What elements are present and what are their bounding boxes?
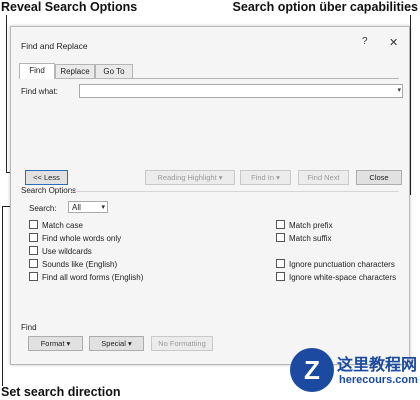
checkbox-box[interactable] bbox=[276, 233, 285, 242]
reading-highlight-button[interactable]: Reading Highlight ▾ bbox=[145, 170, 235, 185]
checkbox-label: Use wildcards bbox=[42, 247, 92, 256]
site-watermark: Z 这里教程网 herecours.com bbox=[290, 346, 418, 398]
callout-line-right-vertical bbox=[410, 15, 411, 195]
format-button[interactable]: Format ▾ bbox=[28, 336, 83, 351]
checkbox-ignore-white-space[interactable]: Ignore white-space characters bbox=[276, 272, 396, 282]
checkbox-match-case[interactable]: Match case bbox=[29, 220, 83, 230]
help-button[interactable]: ? bbox=[362, 36, 368, 47]
checkbox-box[interactable] bbox=[276, 220, 285, 229]
checkbox-label: Find whole words only bbox=[42, 234, 122, 243]
search-direction-select[interactable]: All ▾ bbox=[68, 201, 108, 213]
less-button[interactable]: << Less bbox=[25, 170, 68, 185]
checkbox-ignore-punctuation[interactable]: Ignore punctuation characters bbox=[276, 259, 395, 269]
annotation-reveal-search-options: Reveal Search Options bbox=[1, 0, 138, 14]
checkbox-box[interactable] bbox=[29, 272, 38, 281]
find-what-input[interactable]: ▾ bbox=[79, 84, 403, 98]
search-options-divider bbox=[71, 191, 399, 192]
tab-go-to[interactable]: Go To bbox=[95, 64, 133, 78]
checkbox-label: Match prefix bbox=[289, 221, 333, 230]
no-formatting-button[interactable]: No Formatting bbox=[151, 336, 213, 351]
find-replace-dialog: Find and Replace ? ✕ Find Replace Go To … bbox=[10, 26, 410, 365]
tab-find[interactable]: Find bbox=[19, 63, 55, 79]
close-button[interactable]: Close bbox=[356, 170, 402, 185]
checkbox-box[interactable] bbox=[29, 246, 38, 255]
checkbox-label: Match suffix bbox=[289, 234, 332, 243]
find-format-heading: Find bbox=[21, 323, 37, 332]
checkbox-label: Ignore white-space characters bbox=[289, 273, 397, 282]
annotation-uber-capabilities: Search option über capabilities bbox=[232, 0, 418, 14]
checkbox-label: Find all word forms (English) bbox=[42, 273, 144, 282]
find-next-button[interactable]: Find Next bbox=[298, 170, 349, 185]
search-options-heading: Search Options bbox=[21, 186, 77, 195]
checkbox-label: Sounds like (English) bbox=[42, 260, 118, 269]
special-button[interactable]: Special ▾ bbox=[89, 336, 144, 351]
checkbox-use-wildcards[interactable]: Use wildcards bbox=[29, 246, 92, 256]
callout-line-left-vertical bbox=[6, 15, 7, 173]
tab-replace[interactable]: Replace bbox=[55, 64, 95, 78]
checkbox-label: Ignore punctuation characters bbox=[289, 260, 395, 269]
checkbox-match-suffix[interactable]: Match suffix bbox=[276, 233, 332, 243]
checkbox-match-prefix[interactable]: Match prefix bbox=[276, 220, 333, 230]
watermark-logo: Z bbox=[290, 348, 334, 392]
watermark-domain: herecours.com bbox=[339, 374, 418, 386]
checkbox-box[interactable] bbox=[29, 233, 38, 242]
find-what-label: Find what: bbox=[21, 87, 58, 96]
chevron-down-icon[interactable]: ▾ bbox=[101, 202, 105, 214]
checkbox-label: Match case bbox=[42, 221, 83, 230]
checkbox-box[interactable] bbox=[29, 220, 38, 229]
annotation-set-search-direction: Set search direction bbox=[1, 385, 121, 399]
checkbox-box[interactable] bbox=[276, 272, 285, 281]
search-direction-label: Search: bbox=[29, 204, 57, 213]
callout-line-bottom-vertical bbox=[2, 206, 3, 386]
checkbox-find-whole-words[interactable]: Find whole words only bbox=[29, 233, 121, 243]
watermark-site-name: 这里教程网 bbox=[337, 355, 418, 374]
search-direction-value: All bbox=[72, 203, 81, 212]
checkbox-find-all-word-forms[interactable]: Find all word forms (English) bbox=[29, 272, 143, 282]
chevron-down-icon[interactable]: ▾ bbox=[397, 86, 401, 94]
dialog-title: Find and Replace bbox=[21, 41, 88, 51]
checkbox-sounds-like[interactable]: Sounds like (English) bbox=[29, 259, 117, 269]
checkbox-box[interactable] bbox=[29, 259, 38, 268]
find-in-button[interactable]: Find In ▾ bbox=[240, 170, 291, 185]
checkbox-box[interactable] bbox=[276, 259, 285, 268]
close-icon[interactable]: ✕ bbox=[389, 36, 398, 49]
tab-panel-border bbox=[19, 78, 399, 79]
